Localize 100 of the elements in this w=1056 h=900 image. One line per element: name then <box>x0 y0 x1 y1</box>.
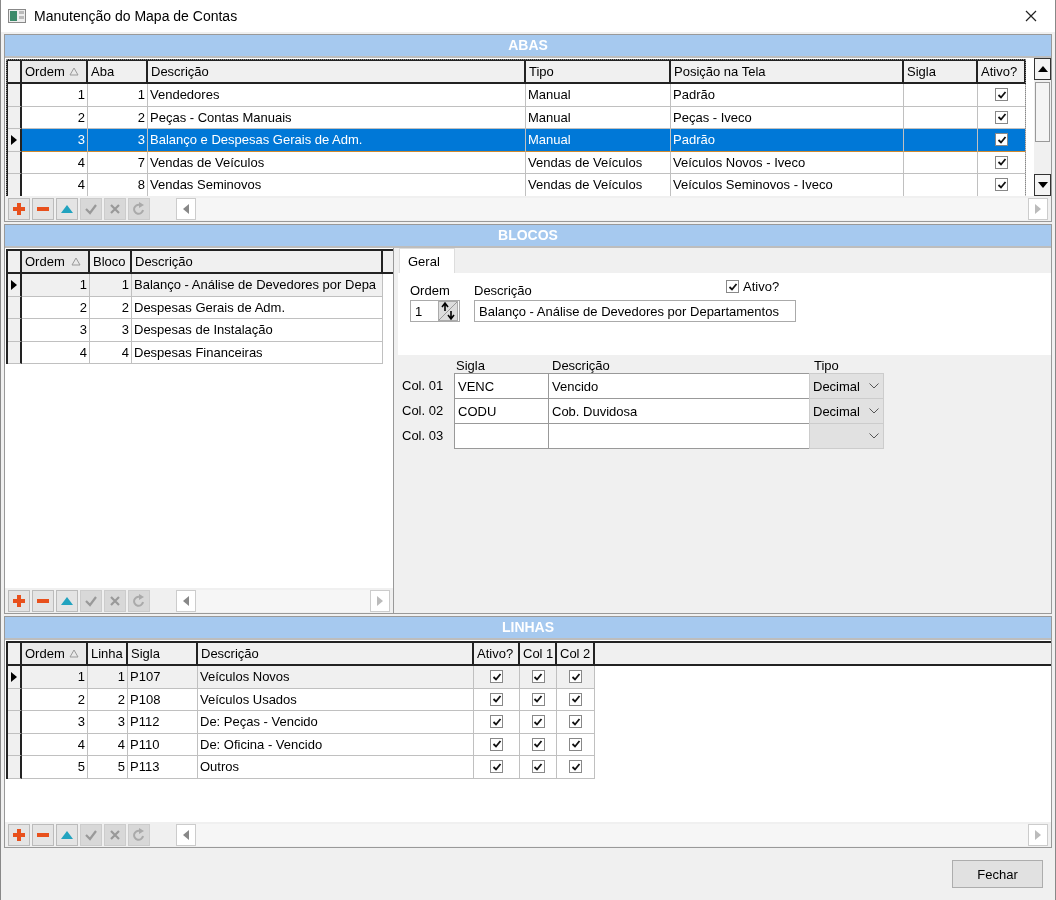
column-header[interactable]: Ativo? <box>978 61 1026 82</box>
checkbox[interactable] <box>490 715 503 729</box>
add-button[interactable] <box>8 589 30 612</box>
table-cell: Veículos Seminovos - Iveco <box>671 174 904 197</box>
checkbox[interactable] <box>726 280 739 293</box>
checkbox[interactable] <box>569 760 582 774</box>
horizontal-scrollbar[interactable] <box>176 823 1048 846</box>
table-cell: 2 <box>88 688 128 711</box>
table-cell: Peças - Contas Manuais <box>148 106 526 129</box>
row-indicator[interactable] <box>8 274 22 297</box>
spin-field[interactable]: 1 <box>410 300 460 322</box>
column-header: Sigla <box>456 358 485 373</box>
table-cell: 1 <box>90 274 132 297</box>
row-indicator[interactable] <box>8 711 22 734</box>
table-cell: Despesas Gerais de Adm. <box>132 296 383 319</box>
row-indicator[interactable] <box>8 666 22 689</box>
table-cell: 4 <box>22 151 88 174</box>
row-indicator[interactable] <box>8 319 22 342</box>
column-header[interactable]: Descrição <box>198 643 474 664</box>
input-field[interactable]: VENC <box>454 373 549 399</box>
row-indicator[interactable] <box>8 106 22 129</box>
row-label: Col. 03 <box>402 428 444 443</box>
checkbox[interactable] <box>995 88 1008 102</box>
add-button[interactable] <box>8 823 30 846</box>
checkbox[interactable] <box>490 670 503 684</box>
scroll-left-icon <box>183 203 189 214</box>
table-cell: 7 <box>88 151 148 174</box>
column-header[interactable]: Ordem <box>22 643 88 664</box>
checkbox[interactable] <box>995 133 1008 147</box>
input-field[interactable] <box>454 423 549 449</box>
row-indicator[interactable] <box>8 341 22 364</box>
dropdown[interactable]: Decimal <box>809 398 884 424</box>
row-indicator[interactable] <box>8 174 22 197</box>
checkbox[interactable] <box>490 760 503 774</box>
refresh-icon <box>132 593 146 608</box>
checkbox[interactable] <box>490 692 503 706</box>
table-cell: 3 <box>22 711 88 734</box>
row-indicator[interactable] <box>8 756 22 779</box>
row-indicator[interactable] <box>8 296 22 319</box>
row-indicator[interactable] <box>8 733 22 756</box>
refresh-icon <box>132 827 146 842</box>
checkbox[interactable] <box>490 737 503 751</box>
column-header[interactable]: Descrição <box>148 61 526 82</box>
column-header[interactable]: Ordem <box>22 251 90 272</box>
remove-button[interactable] <box>32 197 54 220</box>
table-cell: Peças - Iveco <box>671 106 904 129</box>
checkbox[interactable] <box>995 110 1008 124</box>
checkbox[interactable] <box>569 670 582 684</box>
table-cell: Balanço e Despesas Gerais de Adm. <box>148 129 526 152</box>
checkbox[interactable] <box>569 737 582 751</box>
close-icon[interactable] <box>1025 10 1037 22</box>
column-header[interactable]: Ordem <box>22 61 88 82</box>
horizontal-scrollbar[interactable] <box>176 197 1048 220</box>
column-header[interactable]: Col 2 <box>557 643 595 664</box>
table-cell: 4 <box>90 341 132 364</box>
scroll-right-icon <box>377 595 383 606</box>
column-header[interactable]: Linha <box>88 643 128 664</box>
checkbox[interactable] <box>531 715 545 729</box>
remove-button[interactable] <box>32 823 54 846</box>
input-field[interactable]: CODU <box>454 398 549 424</box>
input-field[interactable]: Vencido <box>548 373 810 399</box>
column-header[interactable]: Ativo? <box>474 643 520 664</box>
input-field[interactable] <box>548 423 810 449</box>
up-button[interactable] <box>56 197 78 220</box>
triangle-up-icon <box>60 829 74 840</box>
row-indicator[interactable] <box>8 688 22 711</box>
input-field[interactable]: Cob. Duvidosa <box>548 398 810 424</box>
column-header[interactable]: Sigla <box>128 643 198 664</box>
table-cell: P110 <box>128 733 198 756</box>
column-header[interactable]: Aba <box>88 61 148 82</box>
table-cell: Vendas de Veículos <box>526 174 671 197</box>
row-indicator[interactable] <box>8 84 22 107</box>
column-header[interactable]: Descrição <box>132 251 383 272</box>
horizontal-scrollbar[interactable] <box>176 589 390 612</box>
tab[interactable]: Geral <box>399 248 455 273</box>
close-button[interactable]: Fechar <box>952 860 1043 888</box>
checkbox[interactable] <box>531 760 545 774</box>
up-button[interactable] <box>56 589 78 612</box>
column-header[interactable]: Posição na Tela <box>671 61 904 82</box>
checkbox[interactable] <box>531 692 545 706</box>
checkbox[interactable] <box>995 178 1008 192</box>
remove-button[interactable] <box>32 589 54 612</box>
column-header[interactable]: Col 1 <box>520 643 557 664</box>
table-cell: Manual <box>526 129 671 152</box>
column-header[interactable]: Bloco <box>90 251 132 272</box>
table-cell: Veículos Novos <box>198 666 474 689</box>
up-button[interactable] <box>56 823 78 846</box>
row-indicator[interactable] <box>8 129 22 152</box>
column-header[interactable]: Sigla <box>904 61 978 82</box>
checkbox[interactable] <box>569 715 582 729</box>
row-indicator[interactable] <box>8 151 22 174</box>
checkbox[interactable] <box>995 155 1008 169</box>
checkbox[interactable] <box>531 670 545 684</box>
dropdown[interactable]: Decimal <box>809 373 884 399</box>
checkbox[interactable] <box>531 737 545 751</box>
checkbox[interactable] <box>569 692 582 706</box>
column-header[interactable]: Tipo <box>526 61 671 82</box>
table-cell: 3 <box>22 129 88 152</box>
input-field[interactable]: Balanço - Análise de Devedores por Departamentos <box>474 300 796 322</box>
vertical-scrollbar[interactable] <box>1034 58 1051 196</box>
